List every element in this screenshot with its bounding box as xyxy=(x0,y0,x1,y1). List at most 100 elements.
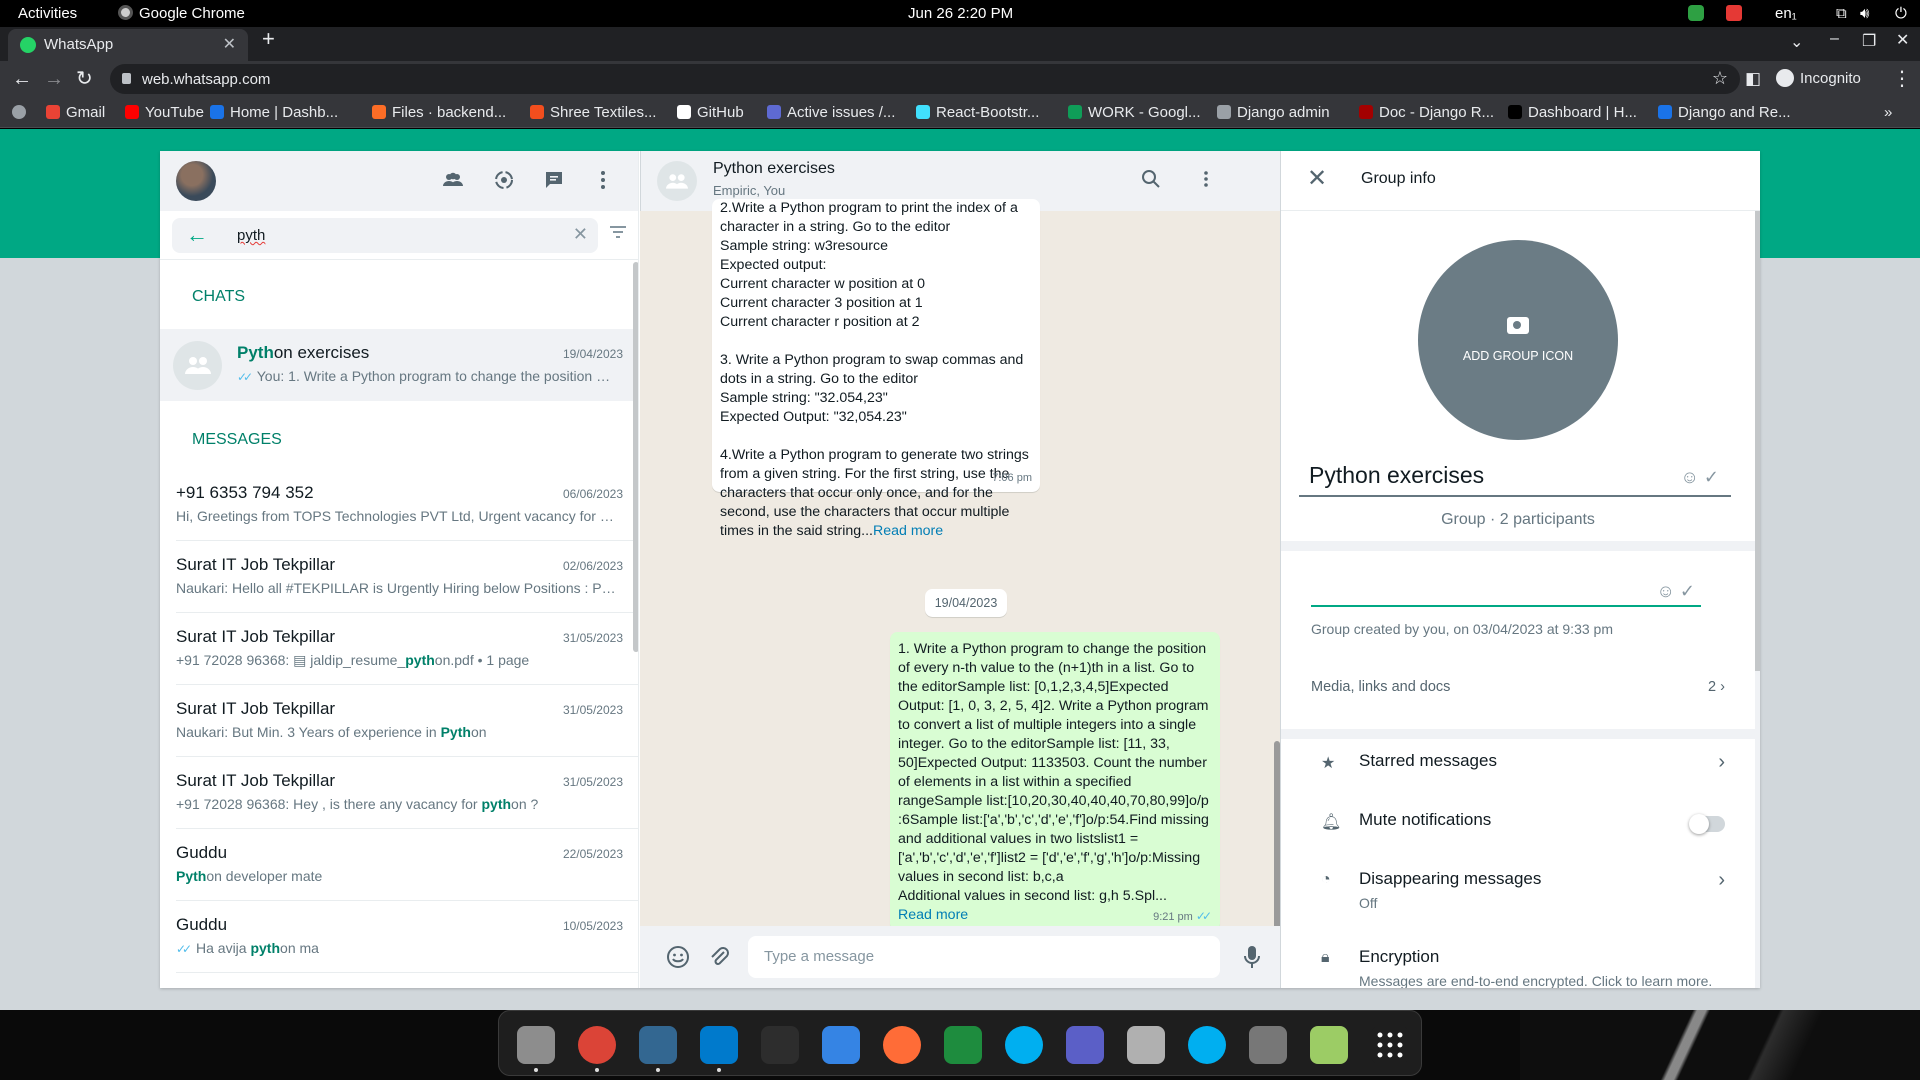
bookmark-item[interactable]: Doc - Django R... xyxy=(1359,104,1494,121)
teams-icon[interactable] xyxy=(1066,1026,1104,1064)
emoji-icon[interactable]: ☺ xyxy=(1681,467,1699,487)
screenshot-icon[interactable] xyxy=(1127,1026,1165,1064)
message-result-item[interactable]: Guddu 10/05/2023 ✓✓ Ha avija python ma xyxy=(160,901,638,973)
terminal-icon[interactable] xyxy=(761,1026,799,1064)
search-query[interactable]: pyth xyxy=(237,227,265,244)
chrome-menu-icon[interactable]: ⋮ xyxy=(1892,67,1912,91)
message-result-item[interactable]: +91 6353 794 352 06/06/2023 Hi, Greetings … xyxy=(160,469,638,541)
app-grid-icon[interactable] xyxy=(1371,1026,1409,1064)
more-bookmarks-icon[interactable]: » xyxy=(1884,104,1892,121)
new-tab-icon[interactable]: + xyxy=(262,28,275,50)
message-result-item[interactable]: Guddu 22/05/2023 Python developer mate xyxy=(160,829,638,901)
restore-icon[interactable]: ❐ xyxy=(1862,31,1876,51)
bookmark-item[interactable]: YouTube xyxy=(125,104,204,121)
filter-icon[interactable] xyxy=(610,225,626,239)
search-back-icon[interactable]: ← xyxy=(186,223,208,247)
text-editor-icon[interactable] xyxy=(822,1026,860,1064)
tab-whatsapp[interactable]: WhatsApp ✕ xyxy=(8,29,248,61)
search-icon[interactable] xyxy=(1141,169,1161,189)
chat-list-scrollbar[interactable] xyxy=(633,262,638,652)
group-description-input[interactable] xyxy=(1311,605,1701,607)
starred-messages-row[interactable]: ★ Starred messages › xyxy=(1281,739,1755,797)
trash-icon[interactable] xyxy=(1310,1026,1348,1064)
apps-bookmark-icon[interactable] xyxy=(12,104,32,121)
clear-search-icon[interactable]: ✕ xyxy=(573,224,588,245)
menu-icon[interactable] xyxy=(1196,169,1216,189)
media-count[interactable]: 2 › xyxy=(1708,679,1725,695)
menu-icon[interactable] xyxy=(591,168,615,192)
media-links-docs[interactable]: Media, links and docs xyxy=(1311,679,1450,695)
active-app-menu[interactable]: Google Chrome xyxy=(118,5,245,22)
bookmark-item[interactable]: Django and Re... xyxy=(1658,104,1791,121)
attach-icon[interactable] xyxy=(708,945,730,969)
reload-icon[interactable]: ↻ xyxy=(76,67,93,91)
chrome-icon[interactable] xyxy=(578,1026,616,1064)
emoji-icon[interactable]: ☺ xyxy=(1657,581,1675,601)
postman-icon[interactable] xyxy=(883,1026,921,1064)
lock-icon[interactable] xyxy=(122,73,131,84)
bookmark-item[interactable]: Dashboard | H... xyxy=(1508,104,1637,121)
status-icon[interactable] xyxy=(492,168,516,192)
bookmark-item[interactable]: React-Bootstr... xyxy=(916,104,1039,121)
chat-result-python-exercises[interactable]: Python exercises 19/04/2023 ✓✓ You: 1. W… xyxy=(160,329,638,401)
microphone-icon[interactable] xyxy=(1244,945,1260,969)
back-icon[interactable]: ← xyxy=(12,67,32,91)
clock[interactable]: Jun 26 2:20 PM xyxy=(908,5,1013,22)
vscode-icon[interactable] xyxy=(700,1026,738,1064)
tab-search-icon[interactable]: ⌄ xyxy=(1790,32,1803,52)
group-name-field[interactable]: Python exercises ☺ ✓ xyxy=(1299,457,1731,497)
communities-icon[interactable] xyxy=(441,168,465,192)
bookmark-item[interactable]: GitHub xyxy=(677,104,744,121)
message-result-item[interactable]: Surat IT Job Tekpillar 31/05/2023 +91 7202… xyxy=(160,757,638,829)
mute-notifications-row[interactable]: 🔔︎ Mute notifications xyxy=(1281,798,1755,856)
outgoing-message[interactable]: 1. Write a Python program to change the … xyxy=(890,632,1220,931)
bookmark-item[interactable]: Home | Dashb... xyxy=(210,104,338,121)
skype-2-icon[interactable] xyxy=(1188,1026,1226,1064)
activities-button[interactable]: Activities xyxy=(18,5,77,22)
search-input[interactable]: ← pyth ✕ xyxy=(172,218,598,253)
incoming-message[interactable]: 2.Write a Python program to print the in… xyxy=(712,199,1040,539)
bookmark-item[interactable]: WORK - Googl... xyxy=(1068,104,1201,121)
bookmark-item[interactable]: Django admin xyxy=(1217,104,1330,121)
side-panel-icon[interactable]: ◧ xyxy=(1745,67,1761,91)
volume-icon[interactable]: 🔊︎ xyxy=(1860,5,1869,22)
message-result-item[interactable]: Surat IT Job Tekpillar 31/05/2023 +91 7202… xyxy=(160,613,638,685)
encryption-row[interactable]: 🔒︎ Encryption Messages are end-to-end en… xyxy=(1281,935,1755,988)
read-more-link[interactable]: Read more xyxy=(898,907,968,923)
url-text[interactable]: web.whatsapp.com xyxy=(142,71,270,88)
power-icon[interactable]: ⏻ xyxy=(1895,5,1907,22)
close-icon[interactable]: ✕ xyxy=(1307,165,1327,193)
spreadsheet-icon[interactable] xyxy=(944,1026,982,1064)
incognito-profile[interactable]: Incognito xyxy=(1776,69,1861,87)
emoji-icon[interactable] xyxy=(666,945,690,969)
pgadmin-icon[interactable] xyxy=(639,1026,677,1064)
read-more-link[interactable]: Read more xyxy=(873,523,943,539)
bookmark-item[interactable]: Active issues /... xyxy=(767,104,895,121)
bookmark-star-icon[interactable]: ☆ xyxy=(1712,68,1728,89)
keyboard-layout[interactable]: en₁ xyxy=(1775,5,1797,22)
forward-icon[interactable]: → xyxy=(44,67,64,91)
add-group-icon-button[interactable]: ADD GROUP ICON xyxy=(1418,240,1618,440)
network-icon[interactable]: ⧉ xyxy=(1836,5,1847,22)
avatar[interactable] xyxy=(176,161,216,201)
close-tab-icon[interactable]: ✕ xyxy=(223,34,236,54)
bookmark-item[interactable]: Files · backend... xyxy=(372,104,506,121)
new-chat-icon[interactable] xyxy=(542,168,566,192)
message-result-item[interactable]: Surat IT Job Tekpillar 02/06/2023 Naukari:… xyxy=(160,541,638,613)
checkmark-icon[interactable]: ✓ xyxy=(1680,581,1695,601)
bookmark-item[interactable]: Gmail xyxy=(46,104,105,121)
skype-icon[interactable] xyxy=(1005,1026,1043,1064)
recording-indicator-icon[interactable] xyxy=(1726,5,1742,21)
group-avatar[interactable] xyxy=(657,161,697,201)
minimize-icon[interactable]: – xyxy=(1830,30,1839,48)
bookmark-item[interactable]: Shree Textiles... xyxy=(530,104,656,121)
group-info-scrollbar[interactable] xyxy=(1755,211,1760,671)
archive-icon[interactable] xyxy=(1249,1026,1287,1064)
address-bar[interactable]: web.whatsapp.com ☆ xyxy=(110,64,1740,94)
checkmark-icon[interactable]: ✓ xyxy=(1704,467,1719,487)
close-window-icon[interactable]: ✕ xyxy=(1896,30,1909,50)
group-name[interactable]: Python exercises xyxy=(1309,462,1484,489)
files-icon[interactable] xyxy=(517,1026,555,1064)
mute-toggle[interactable] xyxy=(1689,814,1725,834)
message-result-item[interactable]: Surat IT Job Tekpillar 31/05/2023 Naukari:… xyxy=(160,685,638,757)
